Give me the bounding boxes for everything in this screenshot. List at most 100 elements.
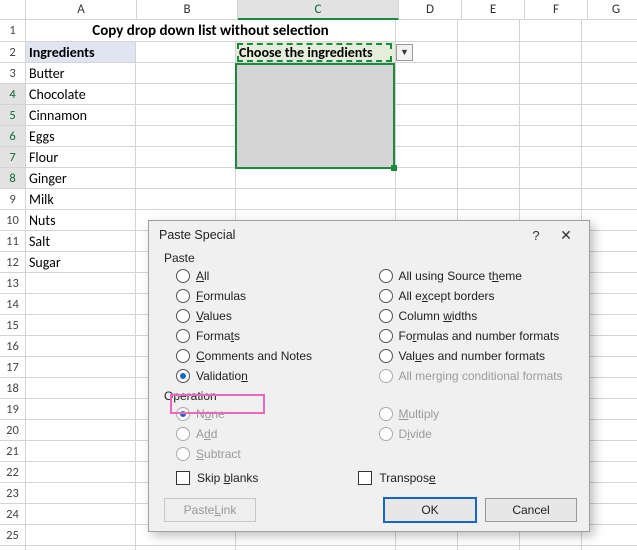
cell[interactable]: Sugar: [26, 252, 136, 273]
cell[interactable]: [520, 189, 582, 210]
skip-blanks-checkbox[interactable]: Skip blanks: [176, 471, 258, 485]
cell[interactable]: [458, 126, 520, 147]
cell[interactable]: [582, 294, 637, 315]
dialog-close-button[interactable]: ✕: [551, 227, 581, 244]
cell[interactable]: [136, 63, 236, 84]
cell[interactable]: [458, 42, 520, 63]
cell[interactable]: [582, 105, 637, 126]
cell[interactable]: [582, 63, 637, 84]
cell[interactable]: [582, 252, 637, 273]
cell[interactable]: [582, 420, 637, 441]
cell[interactable]: [26, 294, 136, 315]
cancel-button[interactable]: Cancel: [485, 498, 577, 522]
cell[interactable]: [520, 546, 582, 550]
select-all-corner[interactable]: [0, 0, 26, 20]
cell[interactable]: [396, 20, 458, 42]
cell[interactable]: [582, 525, 637, 546]
cell[interactable]: Nuts: [26, 210, 136, 231]
cell[interactable]: [396, 546, 458, 550]
row-header[interactable]: 13: [0, 273, 26, 294]
radio-all-source-theme[interactable]: All using Source theme: [379, 269, 578, 283]
column-header[interactable]: G: [588, 0, 637, 20]
cell[interactable]: [520, 168, 582, 189]
cell[interactable]: [236, 84, 396, 105]
radio-formulas-numfmt[interactable]: Formulas and number formats: [379, 329, 578, 343]
dropdown-arrow-button[interactable]: ▼: [396, 44, 413, 61]
cell[interactable]: [582, 546, 637, 550]
cell[interactable]: [136, 147, 236, 168]
cell[interactable]: [396, 168, 458, 189]
cell[interactable]: [136, 168, 236, 189]
row-header[interactable]: 9: [0, 189, 26, 210]
cell[interactable]: [136, 126, 236, 147]
cell[interactable]: [136, 84, 236, 105]
cell[interactable]: [26, 336, 136, 357]
radio-validation[interactable]: Validation: [176, 369, 375, 383]
row-header[interactable]: 17: [0, 357, 26, 378]
cell[interactable]: [582, 462, 637, 483]
cell[interactable]: [582, 504, 637, 525]
cell[interactable]: [136, 42, 236, 63]
ok-button[interactable]: OK: [383, 497, 477, 523]
cell[interactable]: [582, 378, 637, 399]
cell[interactable]: [458, 546, 520, 550]
row-header[interactable]: 24: [0, 504, 26, 525]
cell[interactable]: [396, 189, 458, 210]
row-header[interactable]: 3: [0, 63, 26, 84]
cell[interactable]: Butter: [26, 63, 136, 84]
cell[interactable]: Salt: [26, 231, 136, 252]
row-header[interactable]: 4: [0, 84, 26, 105]
row-header[interactable]: 19: [0, 399, 26, 420]
cell[interactable]: [582, 210, 637, 231]
column-header[interactable]: A: [26, 0, 137, 20]
cell[interactable]: [582, 399, 637, 420]
radio-comments[interactable]: Comments and Notes: [176, 349, 375, 363]
cell[interactable]: [396, 105, 458, 126]
row-header[interactable]: 7: [0, 147, 26, 168]
cell[interactable]: [582, 336, 637, 357]
radio-all[interactable]: All: [176, 269, 375, 283]
cell[interactable]: Flour: [26, 147, 136, 168]
row-header[interactable]: 5: [0, 105, 26, 126]
row-header[interactable]: 2: [0, 42, 26, 63]
column-header[interactable]: C: [238, 0, 399, 20]
cell[interactable]: [520, 63, 582, 84]
dropdown-cell[interactable]: Cinnamon: [236, 63, 396, 84]
radio-formulas[interactable]: Formulas: [176, 289, 375, 303]
radio-all-except-borders[interactable]: All except borders: [379, 289, 578, 303]
cell[interactable]: Chocolate: [26, 84, 136, 105]
cell[interactable]: [26, 462, 136, 483]
cell[interactable]: [458, 147, 520, 168]
cell[interactable]: [26, 315, 136, 336]
cell[interactable]: [26, 378, 136, 399]
column-header[interactable]: E: [462, 0, 525, 20]
cell[interactable]: [396, 147, 458, 168]
cell[interactable]: [26, 420, 136, 441]
row-header[interactable]: 20: [0, 420, 26, 441]
cell[interactable]: [458, 105, 520, 126]
cell[interactable]: [26, 357, 136, 378]
cell[interactable]: [520, 105, 582, 126]
row-header[interactable]: 1: [0, 20, 26, 42]
cell[interactable]: [396, 84, 458, 105]
cell[interactable]: [236, 168, 396, 189]
cell[interactable]: [582, 483, 637, 504]
cell[interactable]: [458, 63, 520, 84]
cell[interactable]: [26, 399, 136, 420]
cell[interactable]: [520, 84, 582, 105]
row-header[interactable]: 11: [0, 231, 26, 252]
dialog-titlebar[interactable]: Paste Special ? ✕: [149, 221, 589, 249]
row-header[interactable]: 18: [0, 378, 26, 399]
cell[interactable]: [582, 273, 637, 294]
cell[interactable]: [236, 147, 396, 168]
radio-values-numfmt[interactable]: Values and number formats: [379, 349, 578, 363]
cell[interactable]: [26, 504, 136, 525]
cell[interactable]: [458, 189, 520, 210]
cell[interactable]: [520, 147, 582, 168]
cell[interactable]: [236, 189, 396, 210]
cell[interactable]: [582, 168, 637, 189]
column-header[interactable]: F: [525, 0, 588, 20]
cell[interactable]: [582, 84, 637, 105]
row-header[interactable]: 16: [0, 336, 26, 357]
cell[interactable]: [582, 441, 637, 462]
